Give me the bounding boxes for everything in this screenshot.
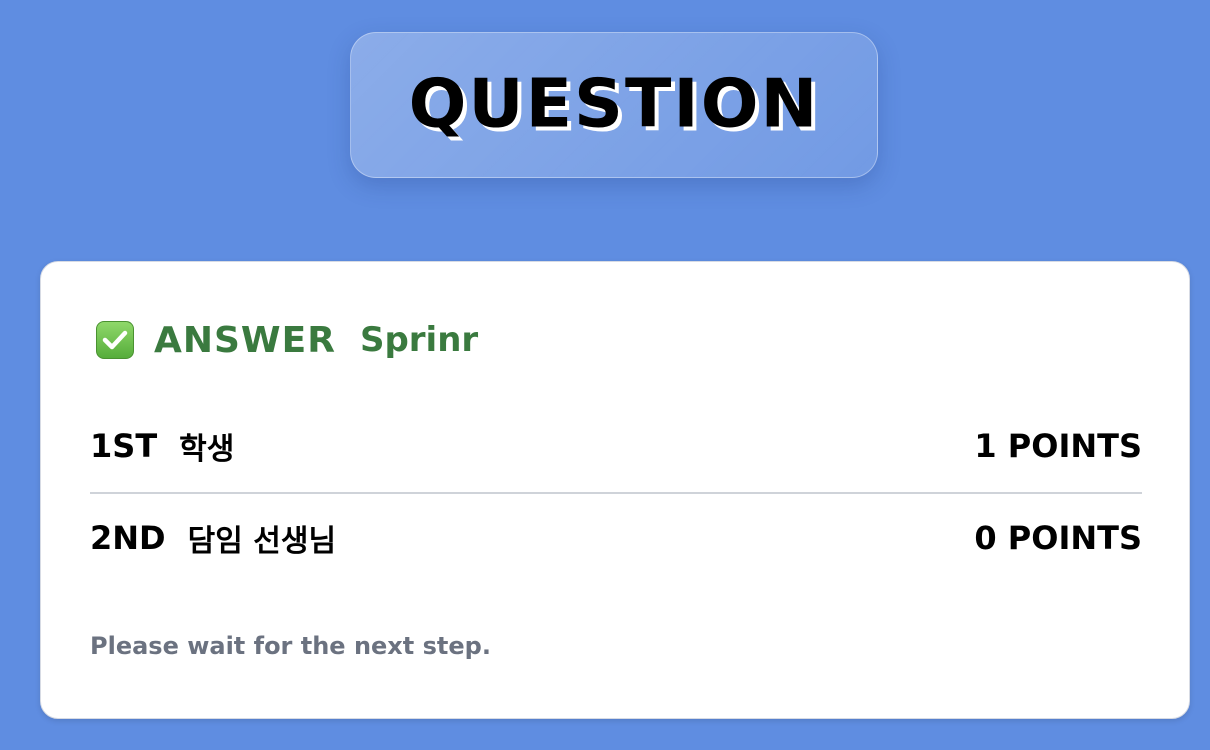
divider [90,492,1142,494]
question-title: QUESTION [408,65,820,144]
points-value: 0 POINTS [974,519,1142,557]
answer-value: Sprinr [359,320,479,360]
status-message: Please wait for the next step. [90,632,491,660]
rank-label: 2ND [90,519,166,557]
player-name: 학생 [179,432,235,467]
score-row-first: 1ST 학생 1 POINTS [90,421,1142,471]
score-row-second: 2ND 담임 선생님 0 POINTS [90,513,1142,563]
answer-label: ANSWER [154,319,336,361]
answer-row: ANSWER Sprinr [96,319,479,361]
rank-label: 1ST [90,427,158,465]
check-box-icon [96,321,134,359]
result-panel: ANSWER Sprinr 1ST 학생 1 POINTS 2ND 담임 선생님… [40,261,1190,719]
question-title-box: QUESTION [350,32,878,178]
points-value: 1 POINTS [974,427,1142,465]
player-name: 담임 선생님 [187,524,337,559]
